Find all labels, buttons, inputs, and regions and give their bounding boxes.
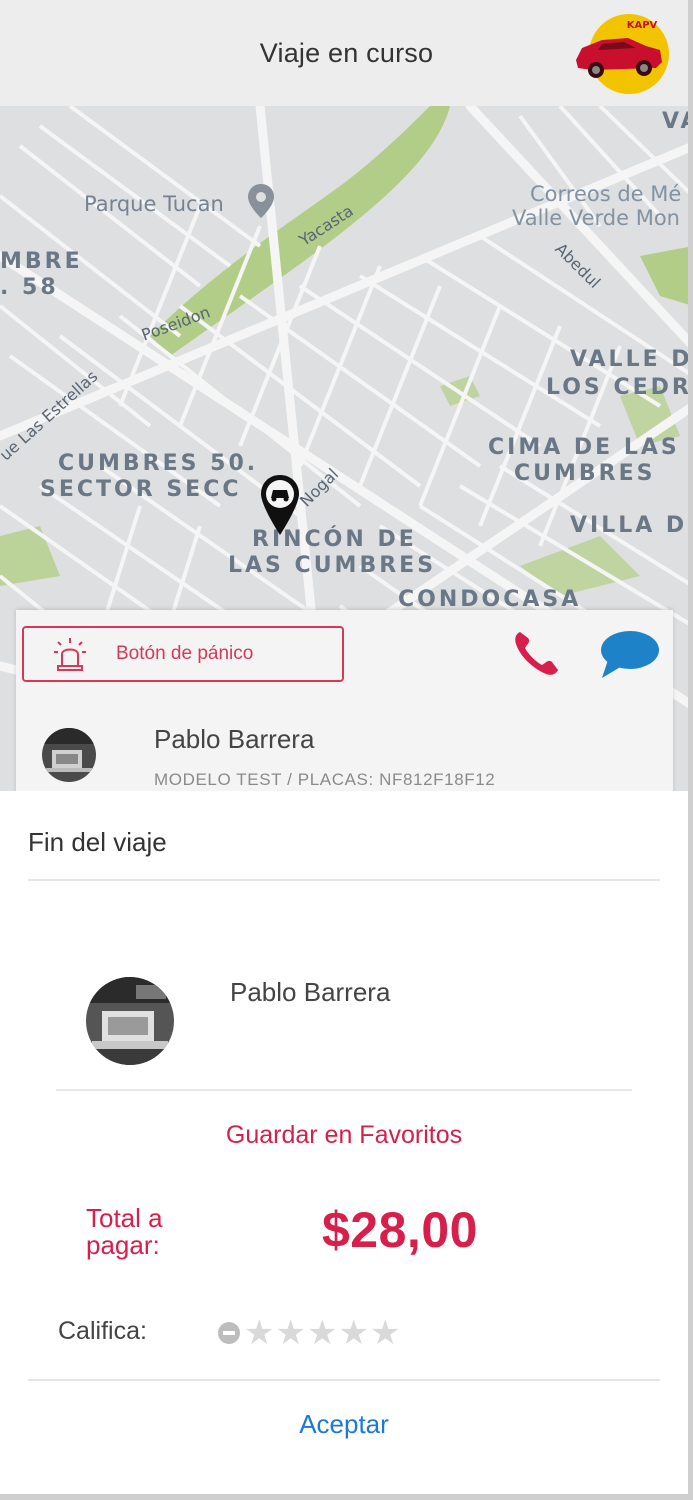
accept-button[interactable]: Aceptar [0, 1409, 688, 1440]
logo-text: KAPV [627, 20, 658, 31]
trip-end-sheet: Fin del viaje Pablo Barrera Guardar en F… [0, 791, 688, 1494]
frame-edge [0, 1494, 693, 1500]
driver-name: Pablo Barrera [230, 977, 391, 1007]
star-icon[interactable]: ★ [370, 1316, 400, 1350]
star-icon[interactable]: ★ [244, 1316, 274, 1350]
clear-rating-icon[interactable] [218, 1322, 240, 1344]
panic-button[interactable]: Botón de pánico [22, 626, 344, 682]
panic-button-label: Botón de pánico [116, 643, 254, 664]
star-icon[interactable]: ★ [307, 1316, 337, 1350]
driver-avatar [86, 977, 174, 1065]
total-label: Total a pagar: [86, 1203, 163, 1260]
vehicle-info: MODELO TEST / PLACAS: NF812F18F12 [154, 770, 496, 789]
save-favorite-button[interactable]: Guardar en Favoritos [0, 1121, 688, 1150]
chat-icon[interactable] [598, 628, 660, 680]
star-icon[interactable]: ★ [275, 1316, 305, 1350]
frame-edge [688, 0, 693, 1500]
driver-name: Pablo Barrera [154, 724, 315, 754]
star-icon[interactable]: ★ [338, 1316, 368, 1350]
phone-icon[interactable] [510, 628, 562, 680]
driver-avatar [42, 728, 96, 782]
rate-label: Califica: [58, 1317, 147, 1345]
star-rating[interactable]: ★ ★ ★ ★ ★ [218, 1316, 401, 1350]
total-amount: $28,00 [322, 1202, 478, 1258]
kapv-logo: KAPV [576, 14, 669, 94]
siren-icon [54, 638, 86, 671]
divider [28, 879, 660, 881]
divider [56, 1089, 632, 1091]
app-header: Viaje en curso KAPV [0, 0, 693, 106]
sheet-title: Fin del viaje [28, 827, 167, 857]
divider [28, 1379, 660, 1381]
